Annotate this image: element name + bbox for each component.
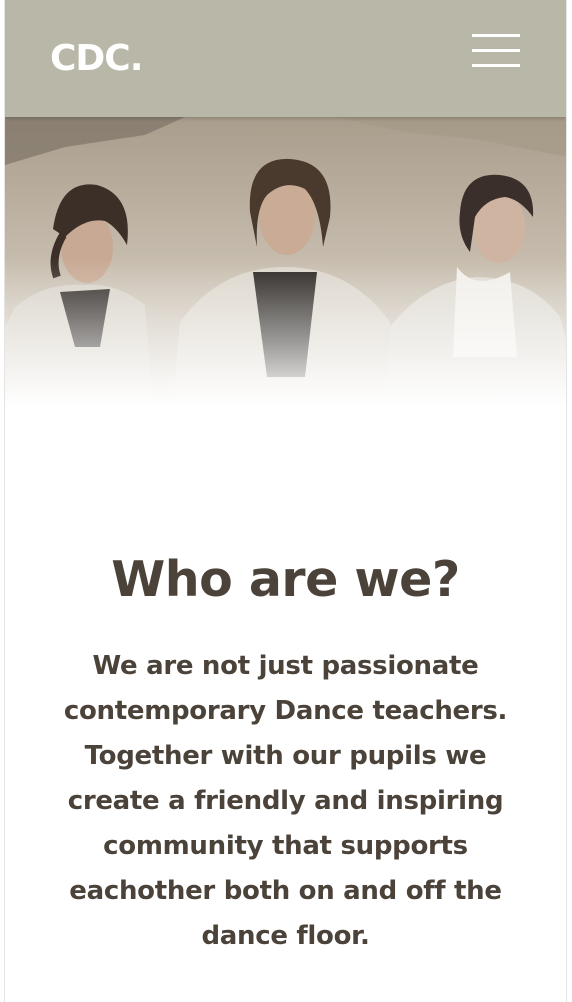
hero-image [5, 117, 566, 432]
hamburger-menu-icon[interactable] [472, 32, 524, 70]
site-header: CDC. [5, 0, 566, 117]
menu-line [472, 64, 520, 67]
three-dancers-photo [5, 117, 566, 432]
section-heading: Who are we? [111, 551, 460, 608]
menu-line [472, 34, 520, 37]
page-frame: CDC. Who are we? We are not just passion… [4, 0, 567, 1002]
section-body-text: We are not just passionate contemporary … [63, 651, 508, 951]
about-section: Who are we? We are not just passionate c… [5, 540, 566, 959]
site-logo[interactable]: CDC. [50, 38, 143, 79]
menu-line [472, 49, 520, 52]
